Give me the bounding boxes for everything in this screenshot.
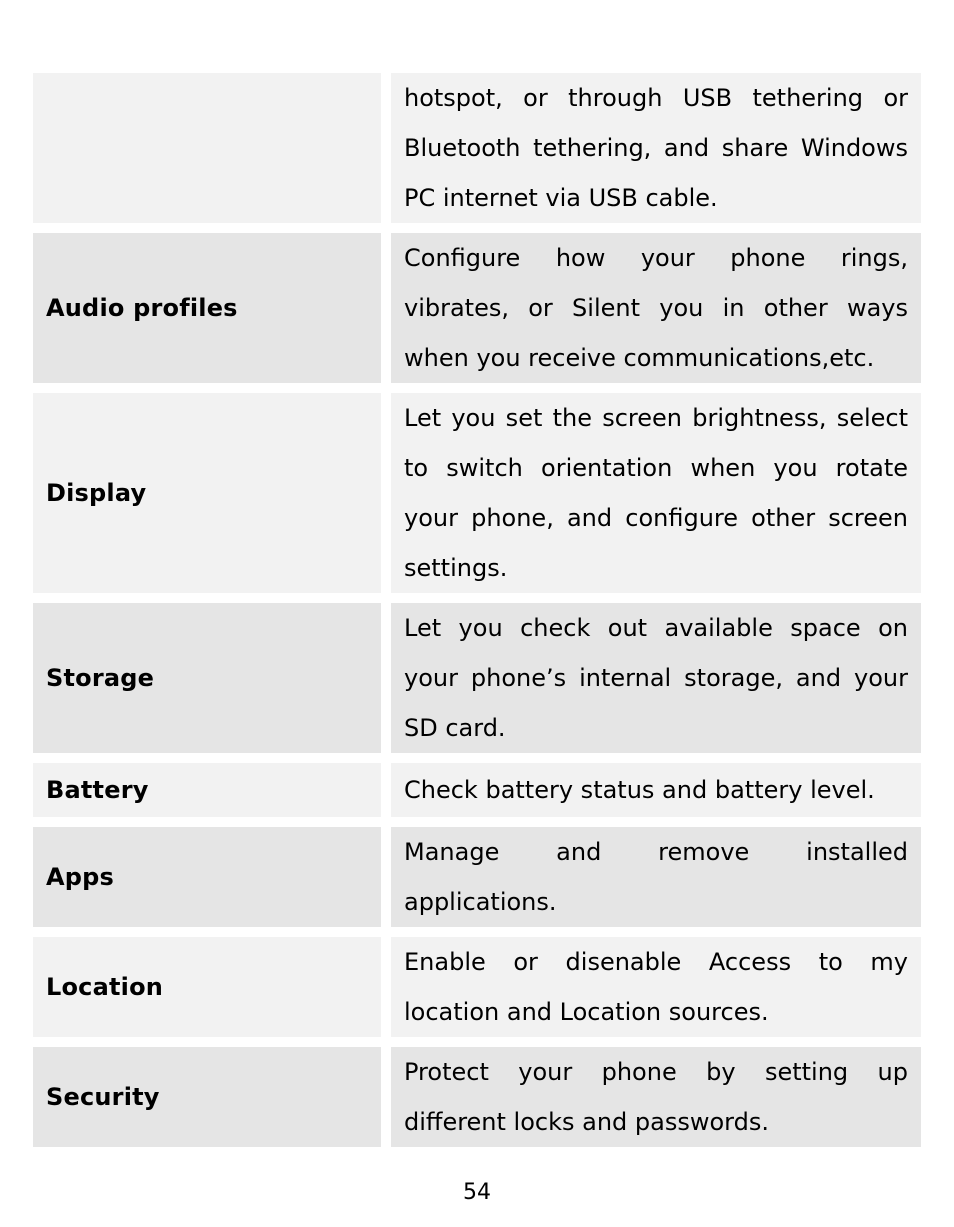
setting-description: Let you set the screen brightness, selec… <box>391 393 921 593</box>
setting-description: Protect your phone by setting up differe… <box>391 1047 921 1147</box>
setting-name: Location <box>33 937 381 1037</box>
setting-name: Apps <box>33 827 381 927</box>
table-row: hotspot, or through USB tethering or Blu… <box>33 73 921 223</box>
settings-table: hotspot, or through USB tethering or Blu… <box>33 73 921 1157</box>
setting-description: Let you check out available space on you… <box>391 603 921 753</box>
setting-name: Security <box>33 1047 381 1147</box>
table-row: Security Protect your phone by setting u… <box>33 1047 921 1147</box>
setting-name <box>33 73 381 223</box>
setting-name: Audio profiles <box>33 233 381 383</box>
table-row: Display Let you set the screen brightnes… <box>33 393 921 593</box>
setting-description: Check battery status and battery level. <box>391 763 921 817</box>
setting-description: Configure how your phone rings, vibrates… <box>391 233 921 383</box>
table-row: Battery Check battery status and battery… <box>33 763 921 817</box>
table-row: Location Enable or disenable Access to m… <box>33 937 921 1037</box>
setting-name: Storage <box>33 603 381 753</box>
table-row: Audio profiles Configure how your phone … <box>33 233 921 383</box>
setting-name: Display <box>33 393 381 593</box>
page-number: 54 <box>463 1180 491 1205</box>
setting-description: Enable or disenable Access to my locatio… <box>391 937 921 1037</box>
setting-description: hotspot, or through USB tethering or Blu… <box>391 73 921 223</box>
setting-name: Battery <box>33 763 381 817</box>
table-row: Storage Let you check out available spac… <box>33 603 921 753</box>
setting-description: Manage and remove installed applications… <box>391 827 921 927</box>
table-row: Apps Manage and remove installed applica… <box>33 827 921 927</box>
